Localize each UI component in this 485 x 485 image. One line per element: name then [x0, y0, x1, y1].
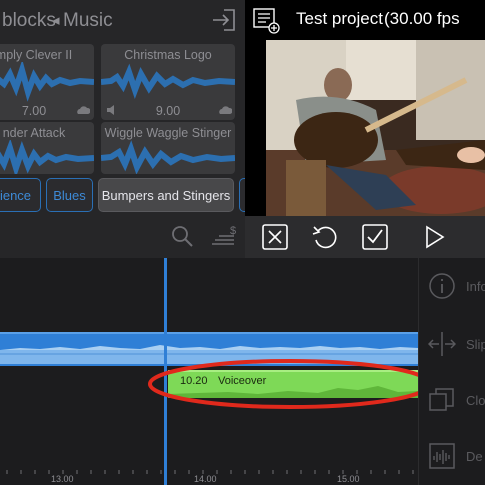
tile-title: nder Attack: [2, 126, 66, 140]
tile-title: mply Clever II: [0, 48, 73, 62]
category-chip[interactable]: Bumpers and Stingers: [98, 178, 234, 212]
slip-icon[interactable]: [428, 330, 456, 358]
svg-text:$: $: [230, 225, 236, 237]
category-chip[interactable]: ience: [0, 178, 41, 212]
music-waveform: [0, 345, 418, 364]
voiceover-clip[interactable]: 10.20 Voiceover: [168, 370, 418, 398]
music-tile[interactable]: Christmas Logo 9.00: [101, 44, 235, 120]
waveform-icon: [101, 63, 235, 99]
detach-audio-icon[interactable]: [428, 442, 456, 470]
cloud-icon: [77, 106, 90, 114]
info-icon[interactable]: [428, 272, 456, 300]
music-tile[interactable]: mply Clever II 7.00: [0, 44, 94, 120]
play-icon[interactable]: [423, 224, 449, 250]
waveform-icon: [101, 140, 235, 174]
music-track-clip[interactable]: [0, 332, 418, 366]
inspector-label-slip[interactable]: Slip: [466, 337, 485, 352]
ruler-label: 14.00: [194, 474, 217, 484]
project-list-icon[interactable]: [252, 6, 280, 34]
ruler-label: 15.00: [337, 474, 360, 484]
close-icon[interactable]: [262, 224, 288, 250]
waveform-icon: [0, 140, 94, 174]
inspector-label-detach[interactable]: De: [466, 449, 483, 464]
library-panel: blocks ◂ Music mply Clever II 7.00 Chris…: [0, 0, 259, 258]
tile-duration: 7.00: [21, 104, 47, 118]
category-chip[interactable]: Blues: [46, 178, 93, 212]
cloud-icon: [219, 106, 232, 114]
clip-time: 10.20: [180, 375, 208, 387]
sort-icon[interactable]: $: [210, 224, 240, 248]
tile-title: Wiggle Waggle Stinger: [104, 126, 232, 140]
breadcrumb-music[interactable]: Music: [63, 10, 113, 32]
video-image: [266, 40, 485, 216]
waveform-icon: [0, 62, 94, 102]
search-icon[interactable]: [170, 224, 194, 248]
tile-title: Christmas Logo: [124, 48, 212, 62]
frame-rate: (30.00 fps: [384, 9, 460, 28]
project-title: Test project: [296, 9, 383, 28]
video-frame: [266, 40, 485, 216]
import-icon[interactable]: [210, 6, 238, 34]
inspector-label-info[interactable]: Info: [466, 279, 485, 294]
music-tile[interactable]: Wiggle Waggle Stinger: [101, 122, 235, 174]
clone-icon[interactable]: [428, 386, 456, 414]
back-chevron-icon[interactable]: ◂: [52, 11, 60, 29]
music-tile[interactable]: nder Attack: [0, 122, 94, 174]
library-header: blocks ◂ Music: [0, 0, 245, 40]
ruler-label: 13.00: [51, 474, 74, 484]
timeline-ruler: [6, 470, 414, 474]
confirm-icon[interactable]: [362, 224, 388, 250]
clip-name: Voiceover: [218, 375, 267, 387]
playhead[interactable]: [164, 258, 167, 485]
tile-duration: 9.00: [155, 104, 181, 118]
breadcrumb-blocks[interactable]: blocks: [2, 10, 56, 32]
undo-icon[interactable]: [311, 224, 337, 250]
inspector-label-clone[interactable]: Clo: [466, 393, 485, 408]
